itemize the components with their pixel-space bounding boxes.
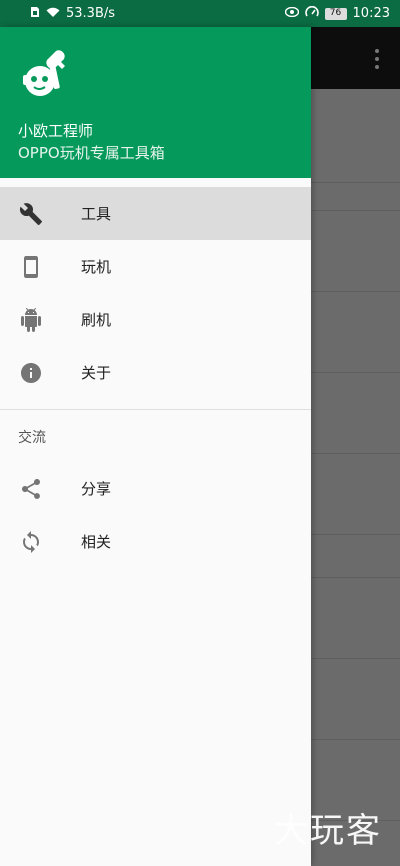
- communication-menu: 分享 相关: [0, 462, 311, 568]
- menu-label: 刷机: [81, 311, 112, 329]
- drawer-menu: 工具 玩机 刷机 关于: [0, 187, 311, 399]
- app-subtitle: OPPO玩机专属工具箱: [18, 144, 165, 162]
- android-icon: [18, 307, 44, 333]
- menu-item-flash[interactable]: 刷机: [0, 293, 311, 346]
- wrench-icon: [18, 201, 44, 227]
- menu-label: 分享: [81, 480, 112, 498]
- background-row-divider: [311, 453, 400, 454]
- menu-item-about[interactable]: 关于: [0, 346, 311, 399]
- clock: 10:23: [352, 6, 390, 21]
- info-icon: [18, 360, 44, 386]
- background-row-divider: [311, 577, 400, 578]
- eye-icon: [284, 6, 299, 21]
- watermark: 大玩客: [274, 811, 382, 851]
- app-logo: [18, 45, 74, 103]
- sync-icon: [18, 529, 44, 555]
- menu-item-share[interactable]: 分享: [0, 462, 311, 515]
- menu-item-related[interactable]: 相关: [0, 515, 311, 568]
- network-speed: 53.3B/s: [66, 6, 116, 21]
- background-row-divider: [311, 658, 400, 659]
- menu-label: 关于: [81, 364, 112, 382]
- overflow-menu-icon[interactable]: [374, 49, 380, 69]
- menu-label: 工具: [81, 205, 112, 223]
- phone-icon: [18, 254, 44, 280]
- background-row-divider: [311, 291, 400, 292]
- drawer-header: 小欧工程师 OPPO玩机专属工具箱: [0, 27, 311, 178]
- sim-icon: [30, 6, 40, 22]
- background-row-divider: [311, 372, 400, 373]
- menu-divider: [0, 409, 311, 410]
- menu-item-tools[interactable]: 工具: [0, 187, 311, 240]
- background-row-divider: [311, 534, 400, 535]
- app-name: 小欧工程师: [18, 122, 94, 140]
- battery-indicator: 76: [324, 7, 347, 20]
- wifi-icon: [46, 6, 60, 22]
- share-icon: [18, 476, 44, 502]
- status-bar: 53.3B/s 76 10:23: [0, 0, 400, 27]
- menu-label: 玩机: [81, 258, 112, 276]
- navigation-drawer: 小欧工程师 OPPO玩机专属工具箱 工具 玩机 刷机 关于 交流 分享 相关: [0, 27, 311, 866]
- background-row-divider: [311, 210, 400, 211]
- speedometer-icon: [304, 5, 319, 22]
- menu-item-play[interactable]: 玩机: [0, 240, 311, 293]
- background-row-divider: [311, 739, 400, 740]
- section-title: 交流: [18, 430, 46, 446]
- background-row-divider: [311, 182, 400, 183]
- menu-label: 相关: [81, 533, 112, 551]
